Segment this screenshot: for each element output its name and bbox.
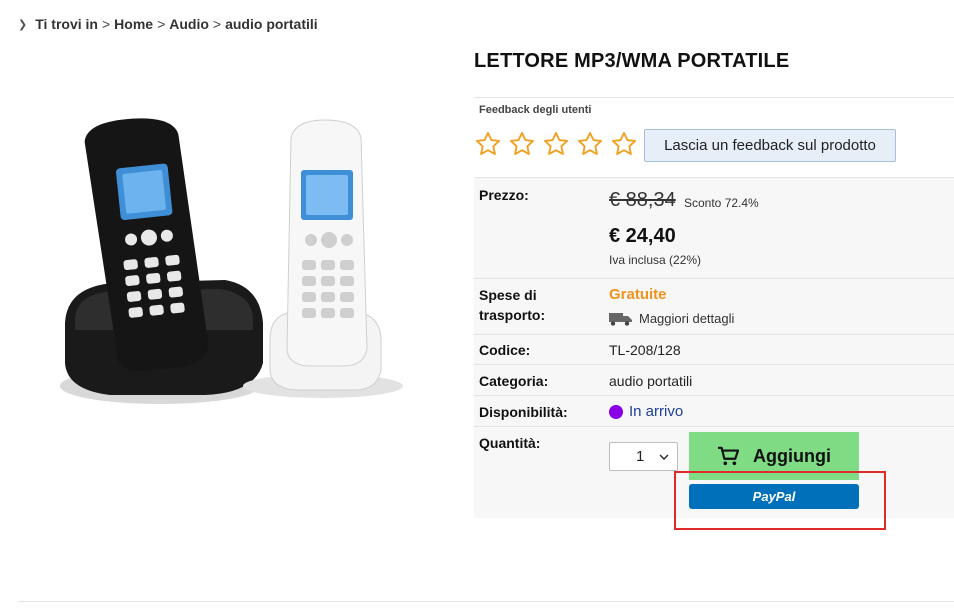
divider bbox=[18, 601, 954, 602]
star-icon[interactable] bbox=[508, 130, 536, 158]
cart-icon bbox=[718, 446, 739, 466]
breadcrumb-prefix: Ti trovi in bbox=[35, 16, 98, 32]
breadcrumb-home-link[interactable]: Home bbox=[114, 16, 153, 32]
availability-value: In arrivo bbox=[629, 403, 684, 420]
product-title: LETTORE MP3/WMA PORTATILE bbox=[474, 50, 790, 72]
breadcrumb-audio-portatili-link[interactable]: audio portatili bbox=[225, 16, 318, 32]
shipping-details-link[interactable]: Maggiori dettagli bbox=[609, 311, 734, 326]
truck-icon bbox=[609, 312, 632, 326]
breadcrumb-separator: > bbox=[157, 16, 166, 32]
star-icon[interactable] bbox=[610, 130, 638, 158]
shipping-value: Gratuite bbox=[609, 286, 667, 303]
feedback-label: Feedback degli utenti bbox=[479, 104, 592, 116]
category-label: Categoria: bbox=[479, 373, 549, 389]
shipping-details-label: Maggiori dettagli bbox=[639, 311, 735, 326]
breadcrumb-separator: > bbox=[212, 16, 222, 32]
current-price: € 24,40 bbox=[609, 225, 676, 247]
cordless-phones-illustration bbox=[60, 118, 403, 404]
divider bbox=[474, 177, 954, 178]
breadcrumb-separator: > bbox=[101, 16, 111, 32]
quantity-label: Quantità: bbox=[479, 435, 541, 451]
availability-label: Disponibilità: bbox=[479, 404, 568, 420]
shipping-label: Spese di trasporto: bbox=[479, 287, 546, 323]
leave-feedback-button[interactable]: Lascia un feedback sul prodotto bbox=[644, 129, 896, 162]
divider bbox=[474, 426, 954, 427]
star-icon[interactable] bbox=[542, 130, 570, 158]
divider bbox=[474, 395, 954, 396]
divider bbox=[474, 334, 954, 335]
divider bbox=[474, 364, 954, 365]
old-price: € 88,34 bbox=[609, 189, 676, 211]
product-image bbox=[55, 108, 445, 428]
price-label: Prezzo: bbox=[479, 187, 529, 203]
divider bbox=[474, 278, 954, 279]
availability-status: In arrivo bbox=[609, 403, 683, 420]
highlight-box bbox=[674, 471, 886, 530]
star-icon[interactable] bbox=[576, 130, 604, 158]
star-icon[interactable] bbox=[474, 130, 502, 158]
code-label: Codice: bbox=[479, 342, 531, 358]
rating-stars[interactable] bbox=[474, 130, 638, 158]
vat-note: Iva inclusa (22%) bbox=[609, 253, 702, 267]
category-value: audio portatili bbox=[609, 373, 693, 389]
quantity-value: 1 bbox=[636, 448, 645, 465]
chevron-right-icon: ❯ bbox=[18, 18, 28, 31]
code-value: TL-208/128 bbox=[609, 342, 681, 358]
status-dot-icon bbox=[609, 404, 623, 419]
divider bbox=[474, 97, 954, 98]
add-to-cart-label: Aggiungi bbox=[753, 445, 831, 466]
breadcrumb-audio-link[interactable]: Audio bbox=[169, 16, 209, 32]
chevron-down-icon bbox=[659, 453, 669, 460]
discount-badge: Sconto 72.4% bbox=[684, 196, 759, 210]
quantity-select[interactable]: 1 bbox=[609, 442, 678, 471]
breadcrumb: ❯ Ti trovi in > Home > Audio > audio por… bbox=[18, 16, 318, 32]
